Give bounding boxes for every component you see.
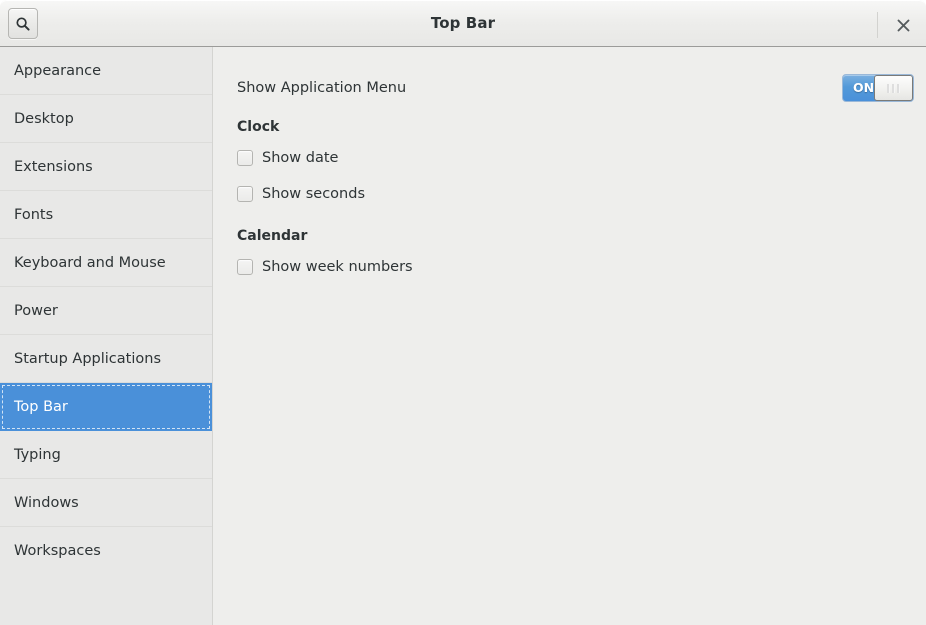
header-separator [877,12,878,38]
show-application-menu-label: Show Application Menu [237,80,407,96]
show-date-label: Show date [262,150,339,166]
show-week-numbers-checkbox-row[interactable]: Show week numbers [237,259,413,275]
sidebar-item-power[interactable]: Power [0,287,212,335]
show-application-menu-row: Show Application Menu ON [237,74,914,102]
sidebar-item-label: Top Bar [14,398,68,415]
sidebar-item-fonts[interactable]: Fonts [0,191,212,239]
show-date-checkbox-row[interactable]: Show date [237,150,338,166]
show-seconds-checkbox[interactable] [237,186,253,202]
sidebar: Appearance Desktop Extensions Fonts Keyb… [0,47,213,625]
show-week-numbers-checkbox[interactable] [237,259,253,275]
sidebar-item-label: Power [14,302,58,319]
sidebar-item-label: Extensions [14,158,93,175]
sidebar-item-top-bar[interactable]: Top Bar [0,383,212,431]
sidebar-item-label: Startup Applications [14,350,161,367]
knob-grip-icon [897,83,900,93]
sidebar-item-typing[interactable]: Typing [0,431,212,479]
close-button[interactable] [890,12,916,38]
sidebar-item-label: Appearance [14,62,102,79]
show-application-menu-switch[interactable]: ON [842,74,914,102]
clock-section-heading: Clock [237,119,280,135]
show-seconds-checkbox-row[interactable]: Show seconds [237,186,365,202]
sidebar-item-label: Keyboard and Mouse [14,254,166,271]
sidebar-item-label: Workspaces [14,543,101,559]
content-pane: Show Application Menu ON Clock Show date [214,47,926,625]
show-date-checkbox[interactable] [237,150,253,166]
body-area: Appearance Desktop Extensions Fonts Keyb… [0,47,926,625]
sidebar-item-label: Typing [14,446,61,463]
sidebar-item-desktop[interactable]: Desktop [0,95,212,143]
window-title: Top Bar [430,14,496,32]
sidebar-item-extensions[interactable]: Extensions [0,143,212,191]
sidebar-item-windows[interactable]: Windows [0,479,212,527]
show-seconds-label: Show seconds [262,186,366,202]
sidebar-item-workspaces[interactable]: Workspaces [0,527,212,575]
knob-grip-icon [887,83,890,93]
sidebar-item-appearance[interactable]: Appearance [0,47,212,95]
tweaks-window: Top Bar Appearance Desktop Extensions Fo… [0,0,926,625]
header-bar: Top Bar [0,0,926,47]
knob-grip-icon [892,83,895,93]
show-week-numbers-label: Show week numbers [262,259,413,275]
sidebar-item-label: Desktop [14,110,74,127]
sidebar-item-label: Fonts [14,206,54,223]
calendar-section-heading: Calendar [237,228,308,244]
sidebar-item-label: Windows [14,494,79,511]
sidebar-item-keyboard-and-mouse[interactable]: Keyboard and Mouse [0,239,212,287]
close-icon [897,19,910,32]
switch-knob[interactable] [874,75,913,101]
sidebar-item-startup-applications[interactable]: Startup Applications [0,335,212,383]
